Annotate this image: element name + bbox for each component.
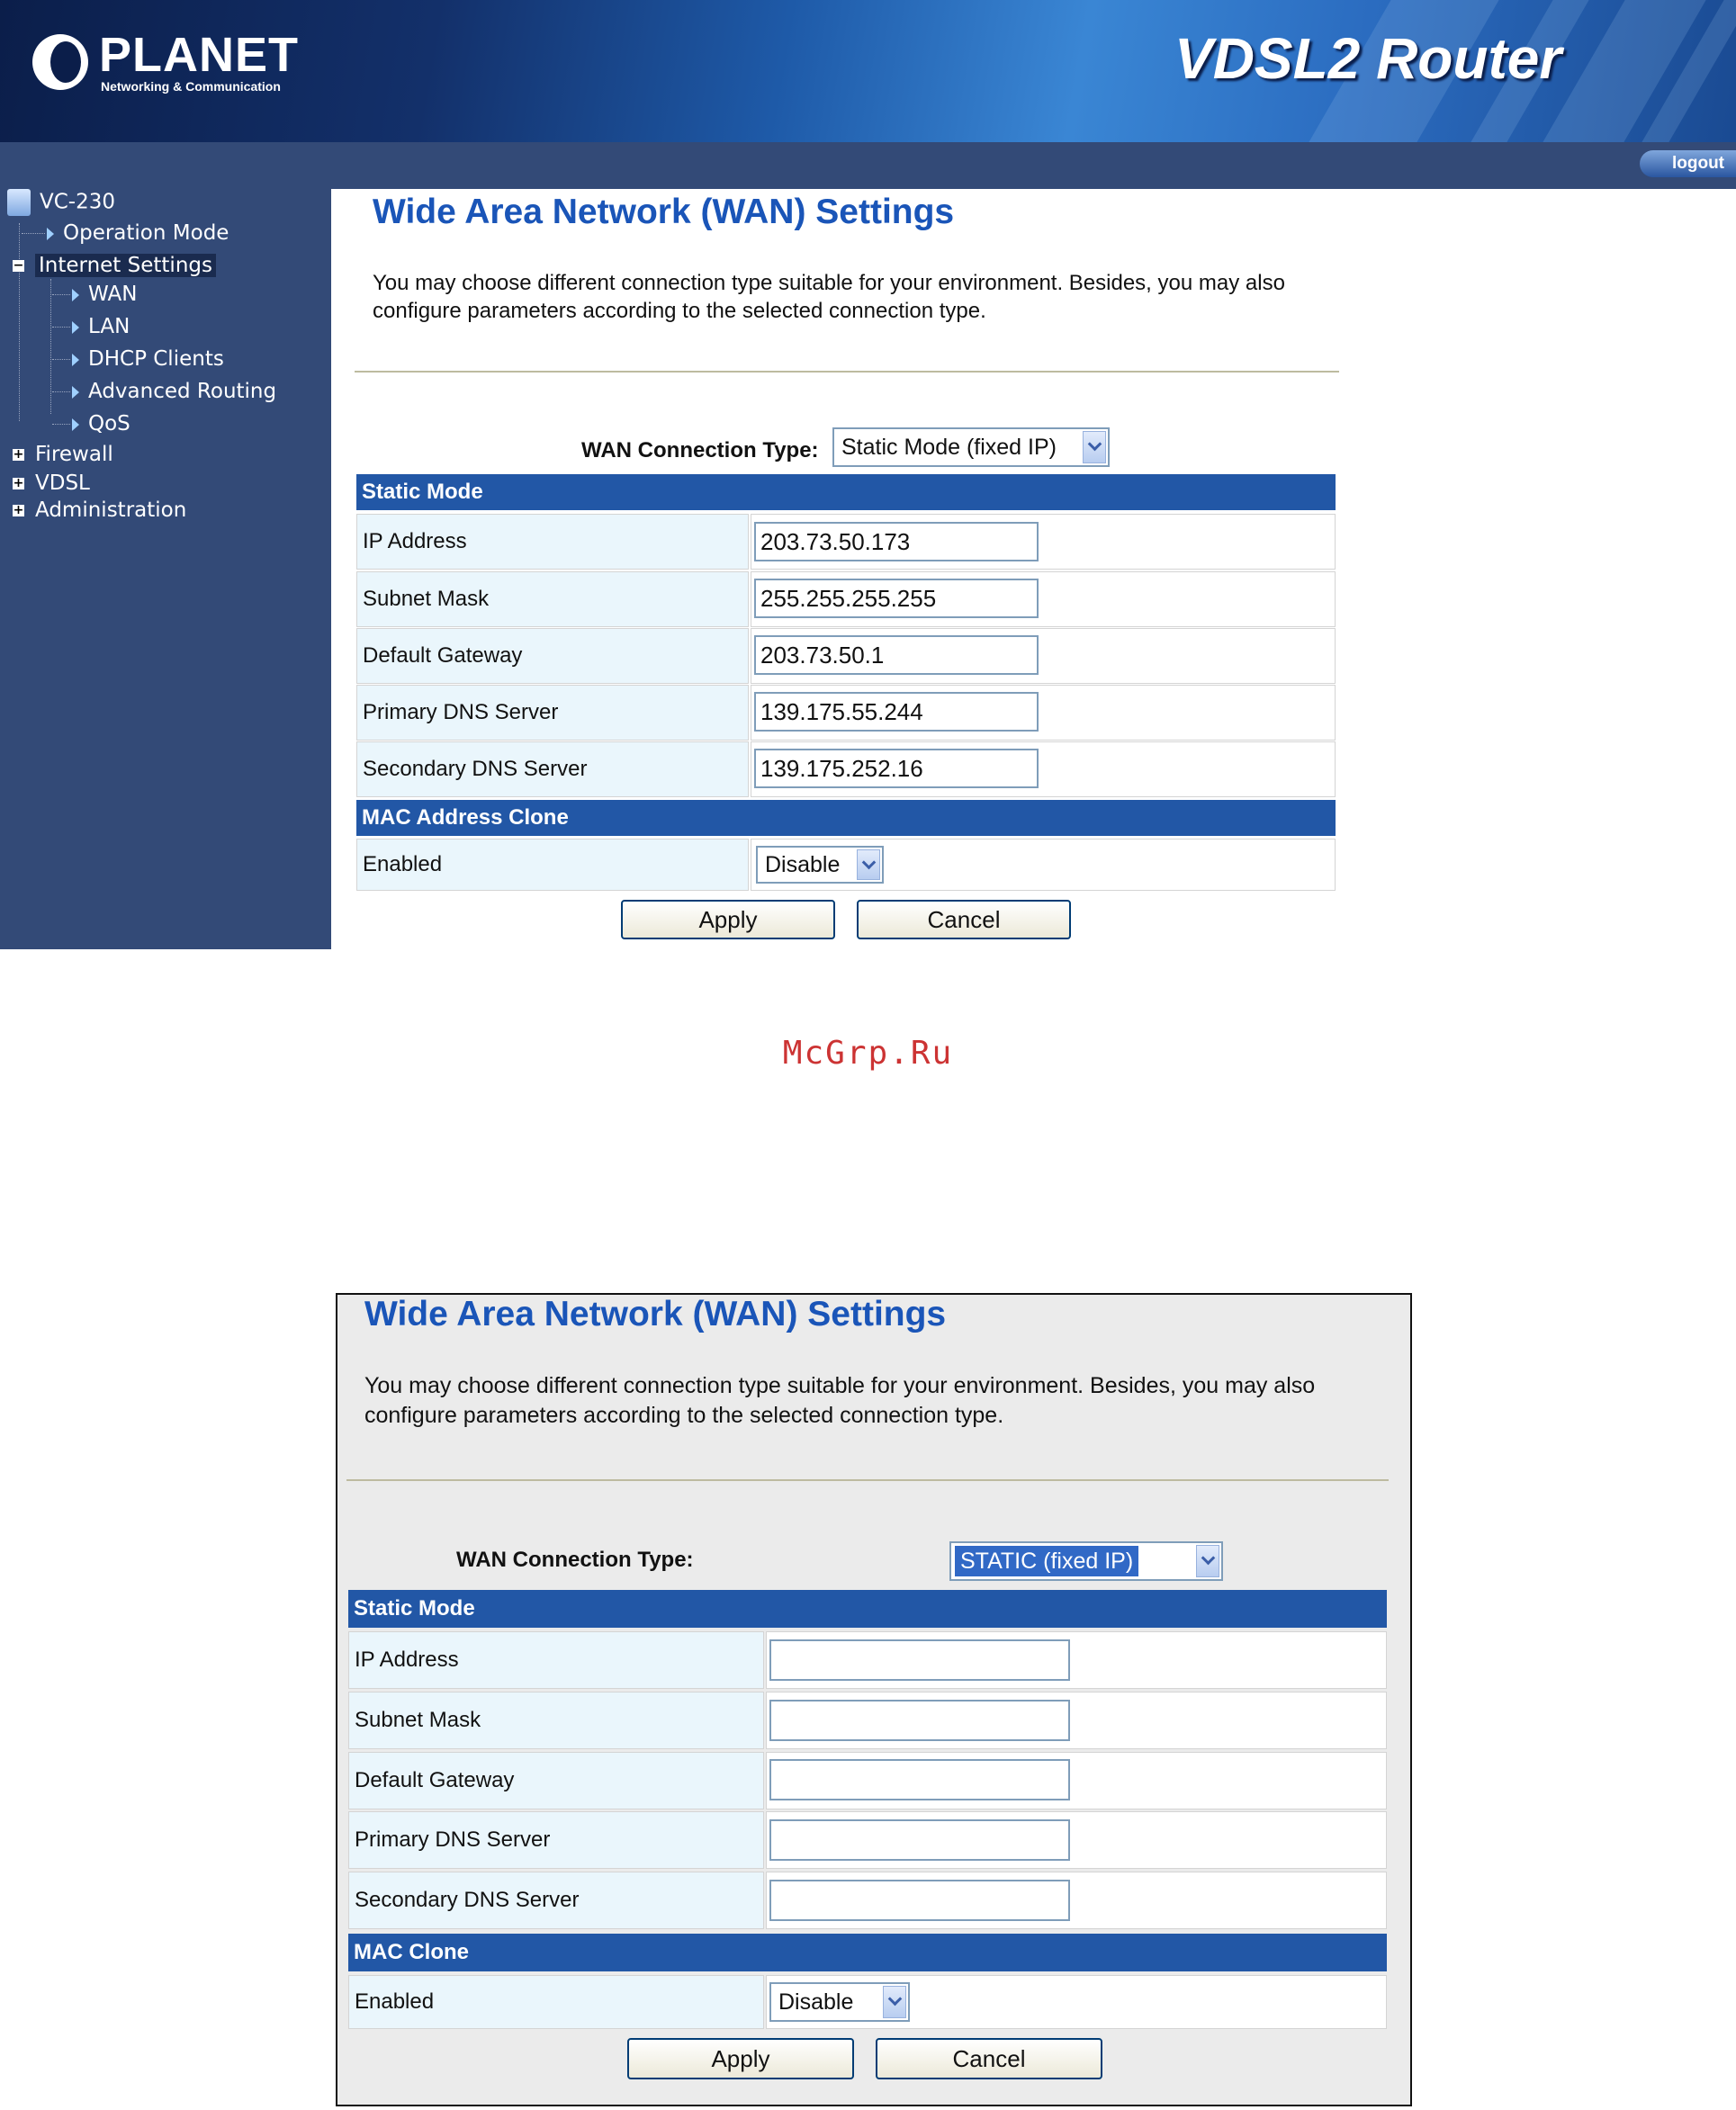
sidebar-item-advanced-routing[interactable]: Advanced Routing: [52, 380, 276, 403]
planet-logo-icon: [32, 34, 88, 90]
cancel-button[interactable]: Cancel: [876, 2038, 1102, 2079]
static-mode-header: Static Mode: [356, 474, 1336, 510]
divider: [346, 1479, 1389, 1481]
enabled-label: Enabled: [348, 1975, 764, 2029]
wan-connection-type-select[interactable]: STATIC (fixed IP): [949, 1541, 1223, 1581]
primary-dns-label: Primary DNS Server: [348, 1811, 764, 1869]
subnet-mask-input[interactable]: 255.255.255.255: [754, 579, 1039, 618]
ip-address-label: IP Address: [356, 514, 749, 570]
router-screenshot-bottom: Wide Area Network (WAN) Settings You may…: [336, 1293, 1412, 2106]
select-value: Static Mode (fixed IP): [841, 435, 1057, 460]
apply-button[interactable]: Apply: [627, 2038, 854, 2079]
sidebar-item-vdsl[interactable]: + VDSL: [13, 471, 90, 495]
subnet-mask-label: Subnet Mask: [356, 571, 749, 627]
sidebar-item-qos[interactable]: QoS: [52, 412, 130, 435]
arrow-right-icon: [72, 418, 79, 431]
page-title: Wide Area Network (WAN) Settings: [373, 193, 955, 231]
ip-address-label: IP Address: [348, 1631, 764, 1689]
product-title: VDSL2 Router: [1174, 26, 1562, 91]
router-screenshot-top: PLANET Networking & Communication VDSL2 …: [0, 0, 1736, 949]
primary-dns-input[interactable]: [769, 1819, 1070, 1861]
logout-button[interactable]: logout: [1640, 150, 1736, 177]
mac-clone-header: MAC Address Clone: [356, 800, 1336, 836]
default-gateway-input[interactable]: 203.73.50.1: [754, 635, 1039, 675]
wan-connection-type-label: WAN Connection Type:: [581, 438, 819, 462]
description-line: configure parameters according to the se…: [364, 1403, 1004, 1428]
chevron-down-icon: [1083, 431, 1106, 463]
enabled-label: Enabled: [356, 839, 749, 891]
wan-connection-type-select[interactable]: Static Mode (fixed IP): [832, 427, 1110, 467]
sidebar-item-firewall[interactable]: + Firewall: [13, 443, 113, 466]
sidebar-item-label: DHCP Clients: [88, 347, 224, 371]
arrow-right-icon: [72, 353, 79, 366]
arrow-right-icon: [72, 320, 79, 334]
header-banner: PLANET Networking & Communication VDSL2 …: [0, 0, 1736, 142]
arrow-right-icon: [72, 385, 79, 399]
arrow-right-icon: [47, 227, 54, 240]
sidebar-item-label: Administration: [35, 498, 187, 522]
cancel-button[interactable]: Cancel: [857, 900, 1071, 939]
mac-clone-enabled-select[interactable]: Disable: [769, 1982, 910, 2022]
watermark-text: McGrp.Ru: [782, 1035, 954, 1072]
page-description: You may choose different connection type…: [364, 1371, 1315, 1431]
mac-clone-enabled-select[interactable]: Disable: [756, 846, 884, 884]
subnet-mask-input[interactable]: [769, 1700, 1070, 1741]
wan-connection-type-label: WAN Connection Type:: [456, 1548, 694, 1572]
description-line: configure parameters according to the se…: [373, 299, 986, 323]
secondary-dns-input[interactable]: [769, 1880, 1070, 1921]
chevron-down-icon: [883, 1986, 906, 2018]
tree-root-label: VC-230: [40, 190, 115, 214]
expand-icon: +: [13, 476, 24, 490]
page-description: You may choose different connection type…: [373, 269, 1285, 325]
sidebar-item-label: Firewall: [35, 443, 113, 466]
select-value: STATIC (fixed IP): [955, 1546, 1139, 1576]
select-value: Disable: [778, 1989, 854, 2015]
divider: [355, 371, 1339, 373]
tree-root[interactable]: VC-230: [7, 189, 115, 216]
description-line: You may choose different connection type…: [373, 271, 1285, 295]
sidebar-item-label: Internet Settings: [35, 254, 216, 277]
primary-dns-input[interactable]: 139.175.55.244: [754, 692, 1039, 732]
sidebar-item-label: VDSL: [35, 471, 90, 495]
sidebar-item-label: Advanced Routing: [88, 380, 277, 403]
sidebar-item-lan[interactable]: LAN: [52, 315, 130, 338]
sidebar-item-wan[interactable]: WAN: [52, 283, 137, 306]
collapse-icon: −: [13, 258, 24, 273]
chevron-down-icon: [1196, 1545, 1219, 1577]
page-title: Wide Area Network (WAN) Settings: [364, 1295, 947, 1333]
mac-clone-header: MAC Clone: [348, 1934, 1387, 1971]
default-gateway-input[interactable]: [769, 1759, 1070, 1800]
default-gateway-label: Default Gateway: [348, 1752, 764, 1809]
brand-tagline: Networking & Communication: [101, 79, 281, 94]
arrow-right-icon: [72, 288, 79, 301]
expand-icon: +: [13, 447, 24, 462]
static-mode-header: Static Mode: [348, 1590, 1387, 1628]
default-gateway-label: Default Gateway: [356, 628, 749, 684]
sidebar-item-label: Operation Mode: [63, 221, 229, 245]
sidebar-tree: VC-230 Operation Mode − Internet Settings…: [0, 189, 331, 949]
sidebar-item-label: LAN: [88, 315, 130, 338]
sidebar-item-label: QoS: [88, 412, 130, 435]
sidebar-item-label: WAN: [88, 283, 138, 306]
top-nav-bar: [0, 142, 1736, 189]
description-line: You may choose different connection type…: [364, 1373, 1316, 1398]
subnet-mask-label: Subnet Mask: [348, 1692, 764, 1749]
sidebar-item-operation-mode[interactable]: Operation Mode: [22, 221, 229, 245]
sidebar-item-internet-settings[interactable]: − Internet Settings: [13, 254, 216, 277]
chevron-down-icon: [857, 849, 880, 880]
secondary-dns-label: Secondary DNS Server: [348, 1872, 764, 1929]
ip-address-input[interactable]: 203.73.50.173: [754, 522, 1039, 561]
expand-icon: +: [13, 503, 24, 517]
sidebar-item-administration[interactable]: + Administration: [13, 498, 186, 522]
primary-dns-label: Primary DNS Server: [356, 685, 749, 741]
select-value: Disable: [765, 852, 841, 877]
brand-logo-text: PLANET: [99, 28, 299, 82]
computer-icon: [7, 189, 31, 216]
apply-button[interactable]: Apply: [621, 900, 835, 939]
ip-address-input[interactable]: [769, 1639, 1070, 1681]
secondary-dns-input[interactable]: 139.175.252.16: [754, 749, 1039, 788]
sidebar-item-dhcp-clients[interactable]: DHCP Clients: [52, 347, 224, 371]
secondary-dns-label: Secondary DNS Server: [356, 741, 749, 797]
